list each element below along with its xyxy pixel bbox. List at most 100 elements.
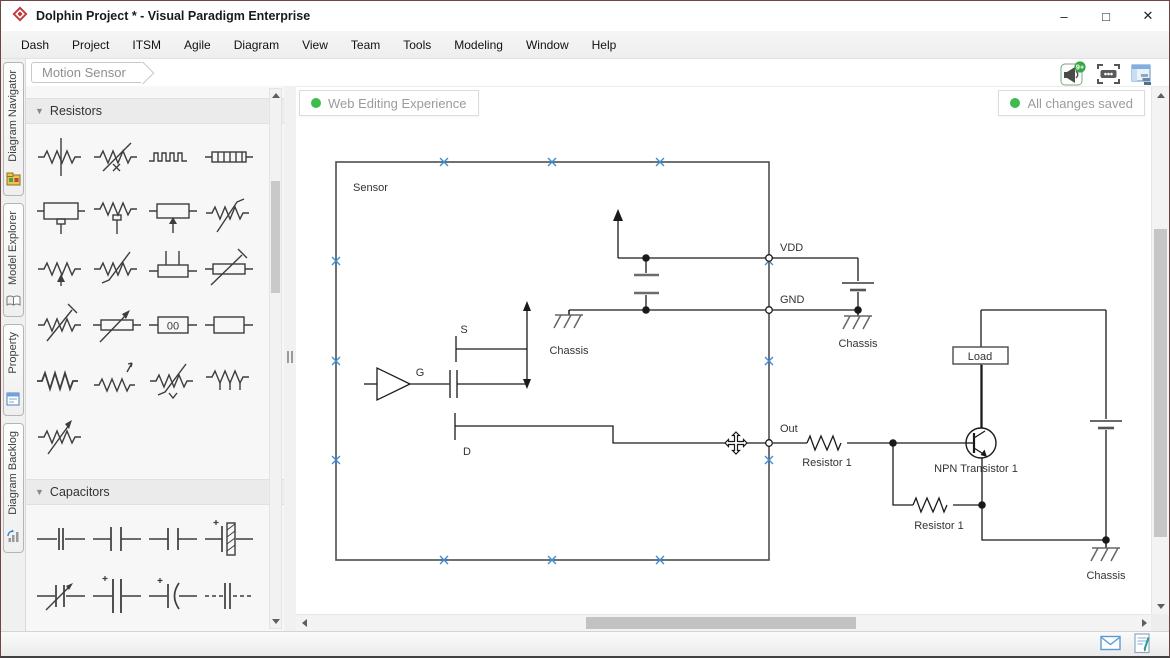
menu-help[interactable]: Help: [592, 38, 617, 52]
canvas-vscrollbar-thumb[interactable]: [1154, 229, 1167, 537]
sidebar-tab-property[interactable]: Property: [3, 324, 24, 416]
diagram-backlog-icon: [6, 529, 21, 548]
palette-item-resistor-segmented[interactable]: [202, 133, 256, 181]
menu-itsm[interactable]: ITSM: [132, 38, 161, 52]
scrollbar-corner: [1151, 614, 1169, 631]
palette-item-resistor-box-00[interactable]: 00: [146, 301, 200, 349]
palette-item-resistor-slider[interactable]: [34, 301, 88, 349]
palette-item-resistor-box-wiper[interactable]: [34, 189, 88, 237]
move-cursor-icon: [725, 432, 747, 454]
scroll-left-icon[interactable]: [302, 619, 307, 627]
decoupling-capacitor[interactable]: [634, 258, 659, 310]
npn-transistor[interactable]: NPN Transistor 1: [934, 365, 1106, 540]
scroll-up-icon[interactable]: [1157, 93, 1165, 98]
scroll-right-icon[interactable]: [1142, 619, 1147, 627]
palette-item-resistor-pulse[interactable]: [90, 357, 144, 405]
palette-item-resistor-box-arrow[interactable]: [90, 301, 144, 349]
palette-item-resistor-meander[interactable]: [146, 133, 200, 181]
circuit-diagram[interactable]: Sensor: [296, 87, 1153, 615]
palette-item-capacitor-polarized-shaded[interactable]: [202, 515, 256, 563]
palette-item-resistor-box[interactable]: [202, 301, 256, 349]
palette-item-resistor-shunt[interactable]: [202, 357, 256, 405]
green-dot-icon: [311, 98, 321, 108]
battery-symbol[interactable]: [842, 258, 874, 310]
sidebar-tab-diagram-navigator[interactable]: Diagram Navigator: [3, 62, 24, 196]
diagram-canvas[interactable]: Web Editing Experience All changes saved…: [296, 86, 1169, 631]
sidebar-tab-label: Model Explorer: [7, 211, 19, 285]
edit-page-icon[interactable]: [1134, 633, 1151, 658]
menu-dash[interactable]: Dash: [21, 38, 49, 52]
menu-modeling[interactable]: Modeling: [454, 38, 503, 52]
palette-item-variable-resistor[interactable]: [34, 413, 88, 461]
splitter-grip-icon: [287, 351, 293, 363]
menu-bar: Dash Project ITSM Agile Diagram View Team Tools…: [1, 31, 1169, 59]
palette-section-capacitors[interactable]: ▼Capacitors: [26, 479, 284, 505]
palette-item-capacitor-dashed[interactable]: [202, 572, 256, 620]
saved-status-badge: All changes saved: [998, 90, 1145, 116]
sensor-transistor[interactable]: G S D: [364, 301, 766, 458]
menu-agile[interactable]: Agile: [184, 38, 211, 52]
canvas-vertical-scrollbar[interactable]: [1151, 87, 1169, 615]
palette-item-rheostat[interactable]: [202, 189, 256, 237]
chassis-ground-right[interactable]: Chassis: [838, 310, 878, 350]
scroll-down-icon[interactable]: [1157, 604, 1165, 609]
breadcrumb[interactable]: Motion Sensor: [31, 62, 143, 83]
palette-item-resistor-variable-crossed[interactable]: [90, 133, 144, 181]
chassis-ground-left[interactable]: Chassis: [549, 310, 589, 357]
sidebar-tab-model-explorer[interactable]: Model Explorer: [3, 203, 24, 317]
palette-item-capacitor-close-plates[interactable]: [34, 515, 88, 563]
menu-team[interactable]: Team: [351, 38, 380, 52]
web-editing-badge: Web Editing Experience: [299, 90, 479, 116]
palette-item-capacitor-polarized[interactable]: [90, 572, 144, 620]
palette-item-resistor-tapped[interactable]: [34, 133, 88, 181]
vdd-rail[interactable]: VDD: [646, 242, 858, 258]
canvas-horizontal-scrollbar[interactable]: [296, 614, 1153, 631]
palette-item-resistor-arrow-contact[interactable]: [34, 245, 88, 293]
palette-item-capacitor-curved[interactable]: [146, 572, 200, 620]
panel-splitter[interactable]: [284, 86, 296, 631]
connection-handles[interactable]: [332, 158, 773, 564]
palette-section-resistors[interactable]: ▼Resistors: [26, 98, 284, 124]
svg-text:Out: Out: [780, 423, 798, 435]
palette-item-resistor-zigzag[interactable]: [34, 357, 88, 405]
green-dot-icon: [1010, 98, 1020, 108]
palette-item-potentiometer[interactable]: [90, 189, 144, 237]
chassis-ground-bottom[interactable]: Chassis: [1086, 540, 1126, 582]
palette-item-resistor-box-slider[interactable]: [202, 245, 256, 293]
resistor-1-bottom[interactable]: Resistor 1: [893, 443, 982, 532]
load-block[interactable]: Load: [953, 310, 1106, 428]
menu-diagram[interactable]: Diagram: [234, 38, 279, 52]
canvas-hscrollbar-thumb[interactable]: [586, 617, 856, 629]
menu-tools[interactable]: Tools: [403, 38, 431, 52]
palette-item-resistor-adjustable-crossed[interactable]: [146, 357, 200, 405]
menu-project[interactable]: Project: [72, 38, 109, 52]
sidebar-tab-diagram-backlog[interactable]: Diagram Backlog: [3, 423, 24, 553]
scroll-up-icon[interactable]: [272, 93, 280, 98]
antenna-symbol[interactable]: [613, 209, 646, 258]
property-icon: [6, 392, 20, 411]
palette-scrollbar[interactable]: [269, 88, 282, 629]
svg-text:Chassis: Chassis: [1086, 570, 1126, 582]
mail-icon[interactable]: [1100, 635, 1121, 656]
palette-scrollbar-thumb[interactable]: [271, 181, 280, 293]
close-button[interactable]: ✕: [1127, 2, 1169, 30]
svg-text:Resistor 1: Resistor 1: [802, 457, 852, 469]
minimize-button[interactable]: –: [1043, 2, 1085, 30]
menu-view[interactable]: View: [302, 38, 328, 52]
palette-section-title: Capacitors: [50, 485, 110, 499]
palette-item-resistor-adjustable-hook[interactable]: [90, 245, 144, 293]
palette-item-resistor-box-terminals[interactable]: [146, 245, 200, 293]
maximize-button[interactable]: □: [1085, 2, 1127, 30]
svg-text:9+: 9+: [1076, 62, 1085, 71]
palette-item-capacitor-alt[interactable]: [146, 515, 200, 563]
palette-item-capacitor[interactable]: [90, 515, 144, 563]
palette-item-resistor-box-trimmer[interactable]: [146, 189, 200, 237]
scroll-down-icon[interactable]: [272, 619, 280, 624]
sensor-container[interactable]: Sensor: [336, 162, 769, 560]
battery-symbol-right[interactable]: [1090, 421, 1122, 540]
gnd-rail[interactable]: GND: [569, 294, 858, 310]
palette-item-capacitor-variable[interactable]: [34, 572, 88, 620]
app-window: Dolphin Project * - Visual Paradigm Ente…: [0, 0, 1170, 658]
menu-window[interactable]: Window: [526, 38, 569, 52]
svg-text:GND: GND: [780, 294, 805, 306]
